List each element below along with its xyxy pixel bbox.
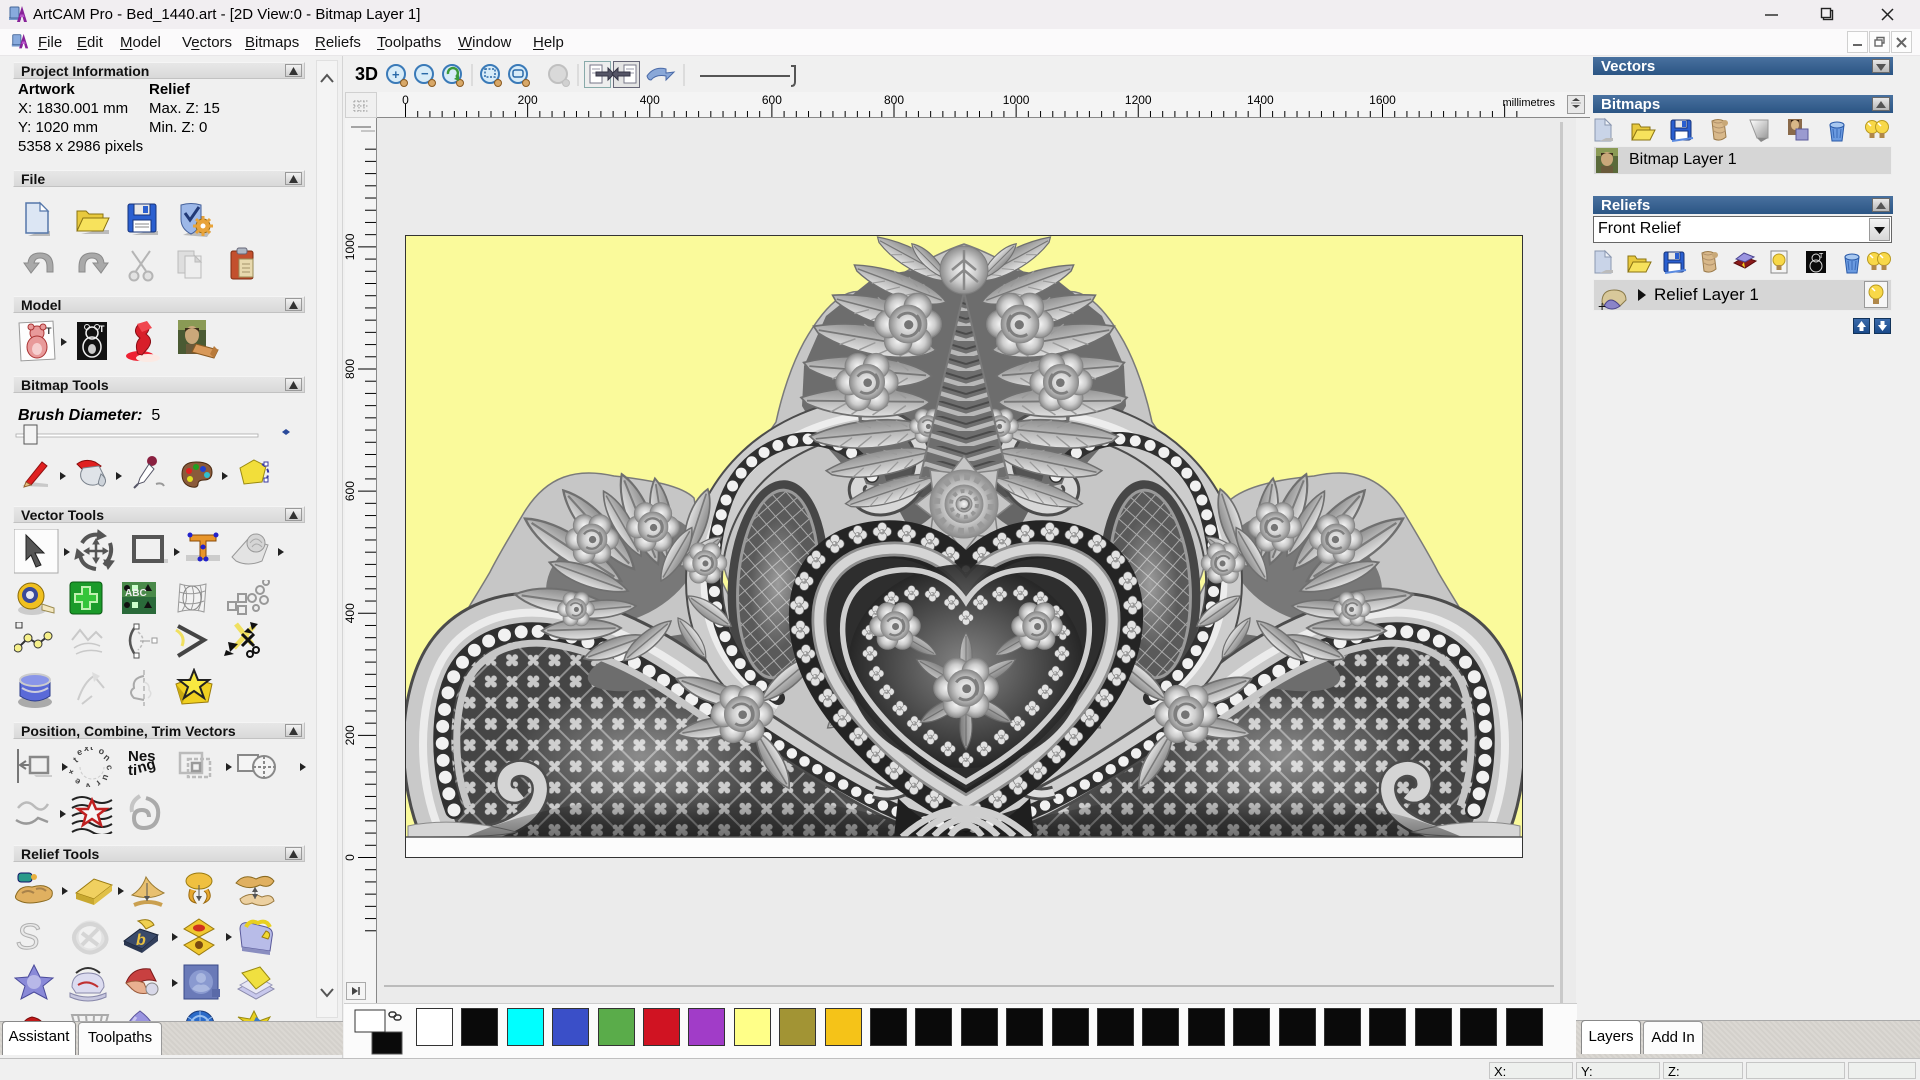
svg-text:+: + <box>66 767 77 776</box>
svg-text:v: v <box>85 781 92 787</box>
svg-text:+: + <box>1598 298 1606 312</box>
svg-text:T: T <box>99 324 105 334</box>
svg-text:600: 600 <box>345 481 357 501</box>
svg-text:t: t <box>90 747 93 752</box>
svg-text:1000: 1000 <box>1003 93 1030 107</box>
svg-text:T: T <box>1819 253 1824 260</box>
svg-text:0: 0 <box>345 854 357 861</box>
svg-text:e: e <box>75 747 83 758</box>
svg-text:e: e <box>73 776 82 787</box>
svg-text:600: 600 <box>762 93 782 107</box>
svg-text:+: + <box>392 67 400 82</box>
svg-text:800: 800 <box>884 93 904 107</box>
svg-text:−: − <box>421 66 429 81</box>
svg-text:200: 200 <box>345 725 357 745</box>
svg-text:1200: 1200 <box>1125 93 1152 107</box>
svg-text:c: c <box>104 763 115 771</box>
svg-text:millimetres: millimetres <box>1502 97 1555 109</box>
svg-text:400: 400 <box>345 603 357 623</box>
svg-text:400: 400 <box>640 93 660 107</box>
svg-text:r: r <box>94 778 103 787</box>
svg-text:S: S <box>16 917 40 957</box>
svg-text:1600: 1600 <box>1369 93 1396 107</box>
svg-text:T: T <box>46 326 52 336</box>
svg-text:1000: 1000 <box>345 233 357 260</box>
svg-text:800: 800 <box>345 359 357 379</box>
svg-text:1400: 1400 <box>1247 93 1274 107</box>
svg-text:0: 0 <box>402 93 409 107</box>
svg-text:b: b <box>136 932 146 949</box>
svg-text:u: u <box>100 773 111 782</box>
svg-text:x: x <box>84 747 89 753</box>
svg-text:ABC: ABC <box>125 588 147 599</box>
svg-text:200: 200 <box>518 93 538 107</box>
